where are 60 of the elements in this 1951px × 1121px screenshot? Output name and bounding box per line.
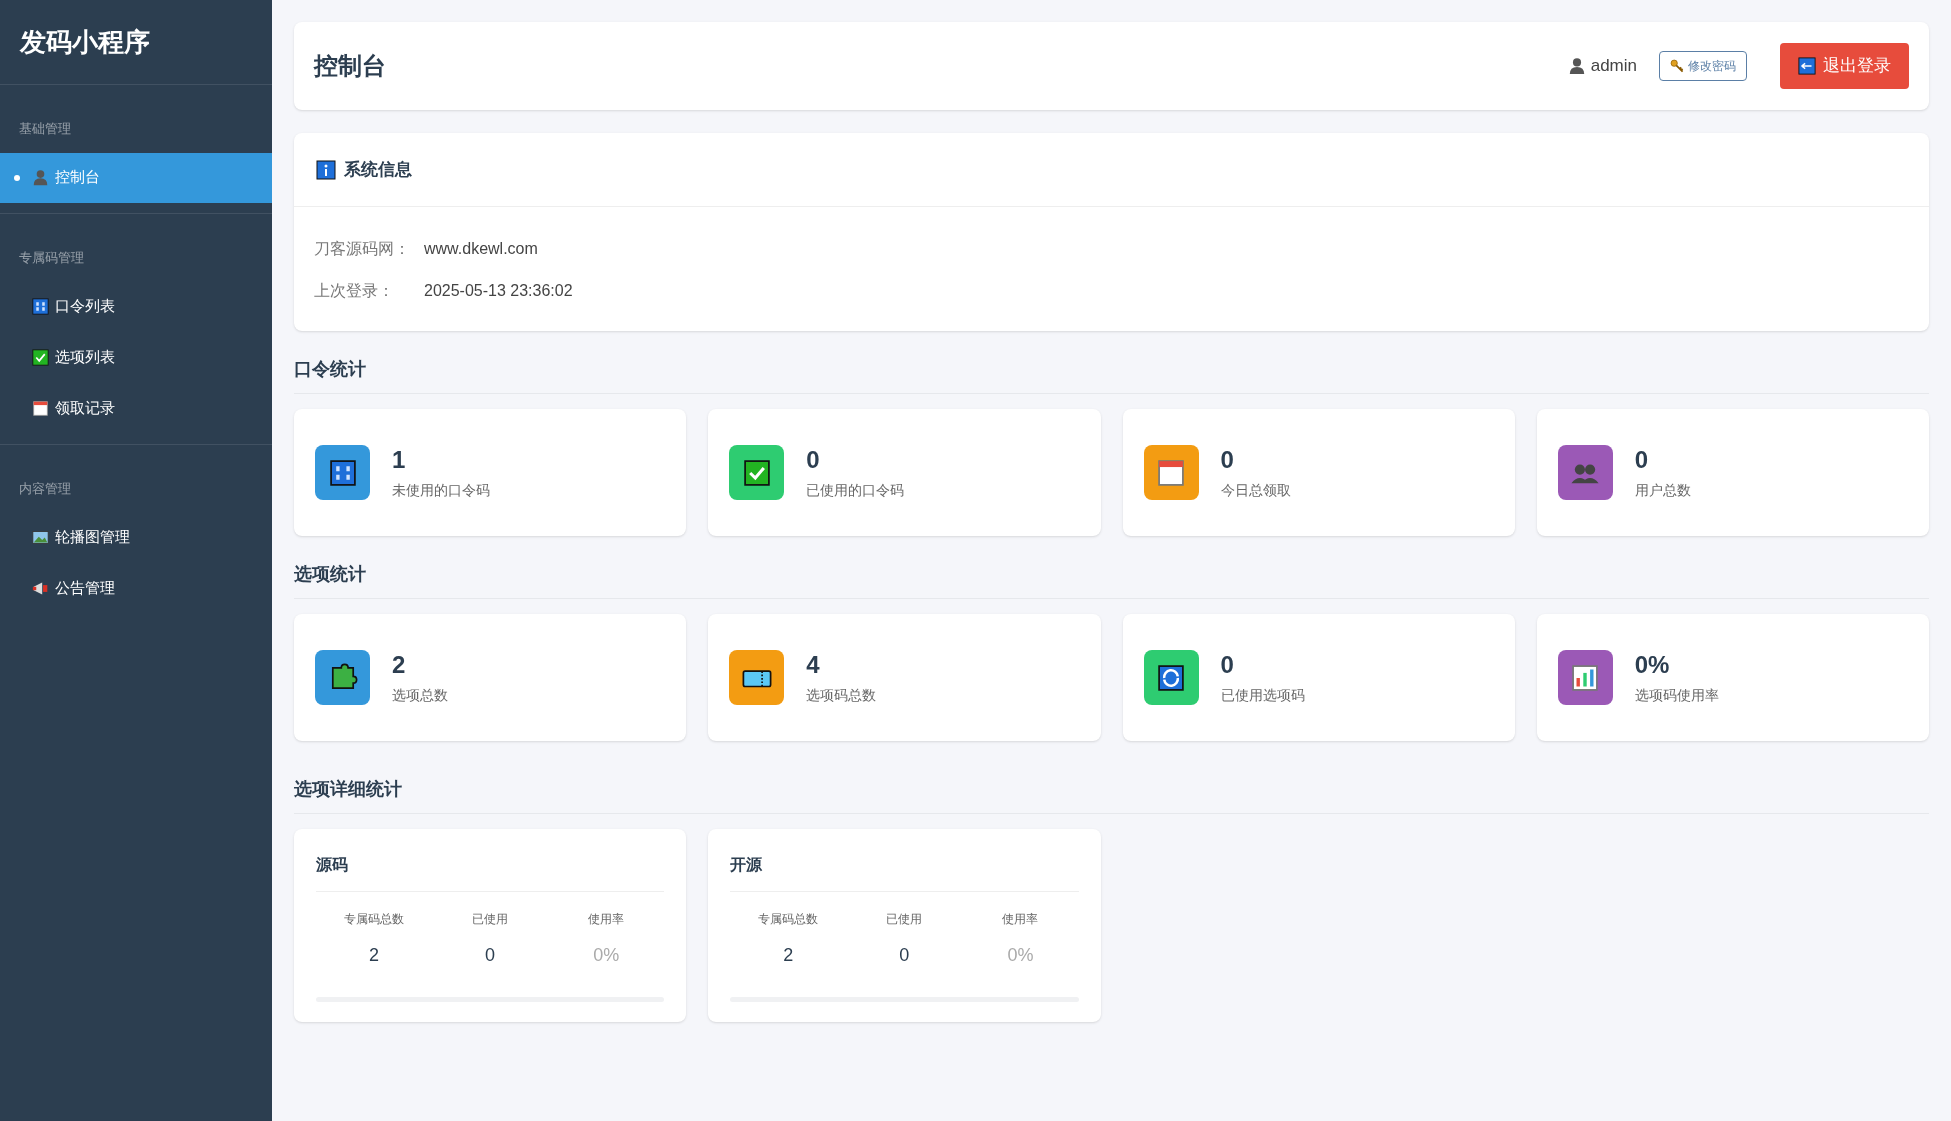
stat-value: 0% (1634, 653, 1671, 677)
page-title: 控制台 (314, 51, 387, 81)
card-title: 源码 (316, 853, 665, 892)
logout-button[interactable]: 退出登录 (1780, 43, 1909, 89)
sidebar-item[interactable]: 口令列表 (0, 281, 272, 331)
column-value: 2 (783, 944, 794, 967)
column-label: 使用率 (588, 911, 625, 928)
section-label: 专属码管理 (18, 248, 85, 267)
column-value: 2 (369, 944, 380, 967)
person-icon (1567, 57, 1586, 75)
stat-label: 已使用选项码 (1220, 686, 1305, 705)
stat-label: 今日总领取 (1220, 481, 1291, 500)
number-grid-icon (32, 297, 49, 315)
person-icon (32, 169, 49, 186)
section-heading: 选项详细统计 (294, 776, 1929, 814)
stat-label: 已使用的口令码 (806, 481, 905, 500)
info-label: 上次登录： (314, 281, 395, 301)
info-value: 2025-05-13 23:36:02 (424, 281, 573, 301)
column-value: 0% (593, 944, 620, 967)
stat-value: 1 (392, 448, 407, 472)
stat-label: 未使用的口令码 (392, 481, 490, 500)
stat-label: 选项总数 (392, 686, 448, 705)
key-icon (1670, 59, 1684, 73)
picture-icon (32, 529, 49, 546)
column-value: 0 (485, 944, 496, 967)
column-label: 已使用 (886, 911, 923, 928)
sidebar-item[interactable]: 公告管理 (0, 563, 272, 614)
section-heading: 选项统计 (294, 561, 1929, 599)
checkmark-icon (32, 348, 49, 366)
column-label: 使用率 (1002, 911, 1039, 928)
stat-label: 选项码使用率 (1634, 686, 1719, 705)
stat-value: 4 (806, 653, 821, 677)
username: admin (1590, 55, 1637, 78)
app-title: 发码小程序 (20, 25, 150, 59)
info-label: 刀客源码网： (314, 239, 411, 259)
stat-value: 0 (806, 448, 821, 472)
section-label: 基础管理 (18, 120, 72, 138)
sidebar-item[interactable]: 轮播图管理 (0, 512, 272, 563)
sidebar-item[interactable]: 领取记录 (0, 383, 272, 433)
column-value: 0% (1007, 944, 1034, 967)
stat-value: 0 (1220, 448, 1235, 472)
stat-label: 用户总数 (1634, 481, 1691, 500)
sidebar-item[interactable]: 选项列表 (0, 332, 272, 382)
calendar-icon (32, 399, 49, 417)
column-label: 专属码总数 (758, 911, 819, 928)
section-label: 内容管理 (18, 480, 72, 498)
change-password-button[interactable]: 修改密码 (1659, 51, 1747, 81)
stat-value: 0 (1634, 448, 1650, 472)
megaphone-icon (32, 580, 49, 597)
column-label: 专属码总数 (344, 911, 405, 928)
column-value: 0 (899, 944, 910, 967)
card-title: 系统信息 (344, 158, 412, 181)
stat-value: 2 (392, 653, 407, 677)
column-label: 已使用 (472, 911, 509, 928)
stat-label: 选项码总数 (806, 686, 877, 705)
info-icon (316, 159, 336, 180)
section-heading: 口令统计 (294, 356, 1929, 394)
stat-value: 0 (1220, 653, 1235, 677)
info-value: www.dkewl.com (424, 239, 538, 259)
card-title: 开源 (730, 853, 1079, 892)
